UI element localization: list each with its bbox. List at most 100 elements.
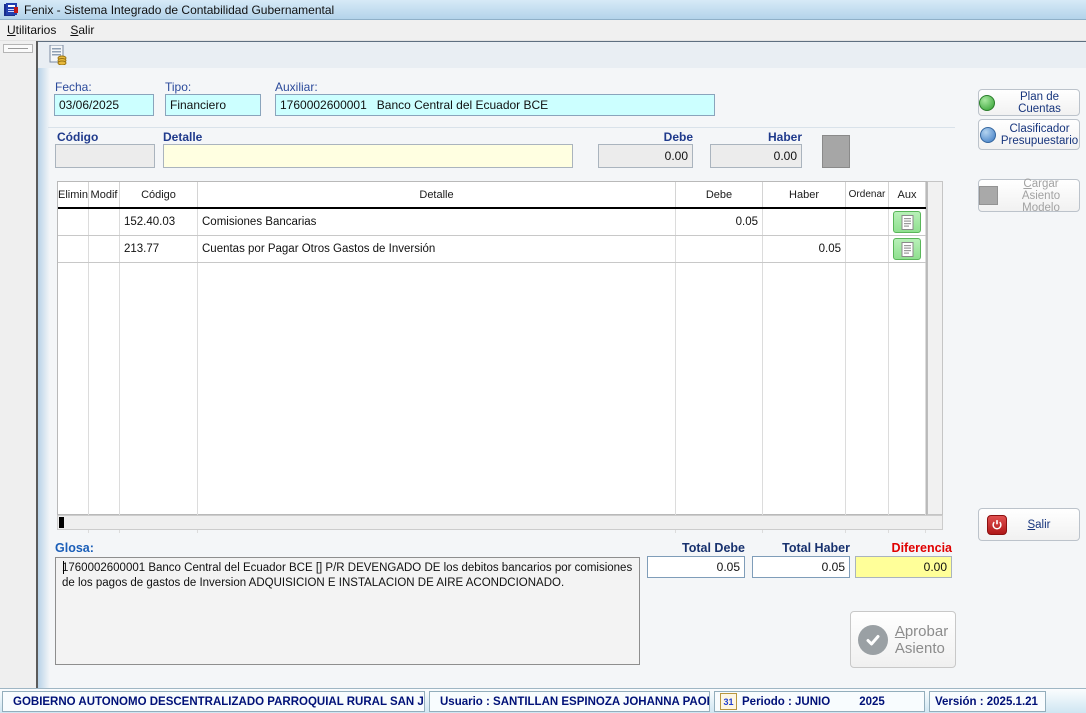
cell-haber <box>763 479 846 506</box>
menu-salir[interactable]: Salir <box>63 21 101 39</box>
header-haber[interactable]: Haber <box>763 182 846 207</box>
auxiliar-input[interactable] <box>275 94 715 116</box>
header-aux[interactable]: Aux <box>889 182 926 207</box>
cell-modif <box>89 479 120 506</box>
app-icon <box>4 3 19 17</box>
cell-aux <box>889 344 926 371</box>
cell-modif <box>89 344 120 371</box>
clasificador-label: Clasificador Presupuestario <box>1001 123 1078 147</box>
cell-elimin <box>58 371 89 398</box>
aprobar-asiento-button[interactable]: Aprobar Asiento <box>850 611 956 668</box>
cell-aux <box>889 398 926 425</box>
table-empty-row <box>58 317 926 344</box>
cell-aux <box>889 236 926 262</box>
table-row[interactable]: 213.77Cuentas por Pagar Otros Gastos de … <box>58 236 926 263</box>
cell-ordenar <box>846 479 889 506</box>
table-empty-row <box>58 452 926 479</box>
cell-codigo <box>120 371 198 398</box>
table-row[interactable]: 152.40.03Comisiones Bancarias0.05 <box>58 209 926 236</box>
cell-debe <box>676 263 763 290</box>
status-user: Usuario : SANTILLAN ESPINOZA JOHANNA PAO… <box>429 691 710 712</box>
status-bar: GOBIERNO AUTONOMO DESCENTRALIZADO PARROQ… <box>0 688 1086 713</box>
cell-detalle <box>198 317 676 344</box>
table-vertical-scrollbar[interactable] <box>927 181 943 515</box>
table-empty-row <box>58 425 926 452</box>
cell-elimin <box>58 209 89 235</box>
cell-codigo: 152.40.03 <box>120 209 198 235</box>
cell-aux <box>889 425 926 452</box>
status-entity: GOBIERNO AUTONOMO DESCENTRALIZADO PARROQ… <box>2 691 425 712</box>
cell-ordenar <box>846 425 889 452</box>
codigo-input[interactable] <box>55 144 155 168</box>
cell-aux <box>889 452 926 479</box>
header-codigo[interactable]: Código <box>120 182 198 207</box>
cell-elimin <box>58 398 89 425</box>
table-empty-row <box>58 371 926 398</box>
header-modif[interactable]: Modif <box>89 182 120 207</box>
table-empty-row <box>58 263 926 290</box>
tipo-input[interactable] <box>165 94 261 116</box>
cell-elimin <box>58 290 89 317</box>
application-window: Fenix - Sistema Integrado de Contabilida… <box>0 0 1086 713</box>
table-horizontal-scrollbar[interactable] <box>57 515 943 530</box>
cell-codigo <box>120 398 198 425</box>
document-coins-icon <box>49 45 68 65</box>
cell-elimin <box>58 344 89 371</box>
panel-grip[interactable] <box>3 44 33 53</box>
salir-button[interactable]: Salir <box>978 508 1080 541</box>
detalle-input[interactable] <box>163 144 573 168</box>
cell-aux <box>889 371 926 398</box>
cell-elimin <box>58 425 89 452</box>
header-debe[interactable]: Debe <box>676 182 763 207</box>
debe-input[interactable] <box>598 144 693 168</box>
cell-detalle: Cuentas por Pagar Otros Gastos de Invers… <box>198 236 676 262</box>
total-debe-field <box>647 556 745 578</box>
haber-input[interactable] <box>710 144 802 168</box>
auxiliar-label: Auxiliar: <box>275 80 318 94</box>
new-entry-button[interactable] <box>46 44 70 66</box>
fecha-label: Fecha: <box>55 80 92 94</box>
cell-ordenar <box>846 371 889 398</box>
cell-detalle <box>198 425 676 452</box>
glosa-textarea[interactable]: 1760002600001 Banco Central del Ecuador … <box>55 557 640 665</box>
header-detalle[interactable]: Detalle <box>198 182 676 207</box>
cell-modif <box>89 452 120 479</box>
menu-utilitarios[interactable]: Utilitarios <box>0 21 63 39</box>
plan-de-cuentas-button[interactable]: Plan de Cuentas <box>978 89 1080 116</box>
cell-debe <box>676 317 763 344</box>
aux-button[interactable] <box>893 238 921 260</box>
document-icon <box>901 242 914 257</box>
cell-detalle <box>198 290 676 317</box>
cell-codigo <box>120 263 198 290</box>
header-elimin[interactable]: Elimin <box>58 182 89 207</box>
cell-haber <box>763 371 846 398</box>
detalle-label: Detalle <box>163 130 202 144</box>
cell-debe <box>676 452 763 479</box>
collapsed-side-panel[interactable] <box>0 41 38 688</box>
total-haber-label: Total Haber <box>752 541 850 555</box>
cell-detalle <box>198 263 676 290</box>
cell-detalle: Comisiones Bancarias <box>198 209 676 235</box>
cell-modif <box>89 236 120 262</box>
table-empty-row <box>58 398 926 425</box>
cargar-asiento-modelo-button[interactable]: Cargar Asiento Modelo <box>978 179 1080 212</box>
cell-modif <box>89 209 120 235</box>
clasificador-presupuestario-button[interactable]: Clasificador Presupuestario <box>978 119 1080 150</box>
cell-ordenar <box>846 398 889 425</box>
toolbar <box>38 41 1086 68</box>
cell-aux <box>889 317 926 344</box>
cell-haber <box>763 452 846 479</box>
aux-button[interactable] <box>893 211 921 233</box>
total-haber-field <box>752 556 850 578</box>
cell-codigo <box>120 452 198 479</box>
cell-ordenar <box>846 452 889 479</box>
aprobar-asiento-label: Aprobar Asiento <box>895 623 948 657</box>
table-header-row: Elimin Modif Código Detalle Debe Haber O… <box>58 182 926 209</box>
add-line-button[interactable] <box>822 135 850 168</box>
cell-modif <box>89 290 120 317</box>
fecha-input[interactable] <box>54 94 154 116</box>
header-ordenar[interactable]: Ordenar <box>846 182 889 207</box>
cell-debe <box>676 479 763 506</box>
cell-ordenar <box>846 263 889 290</box>
cell-ordenar <box>846 236 889 262</box>
